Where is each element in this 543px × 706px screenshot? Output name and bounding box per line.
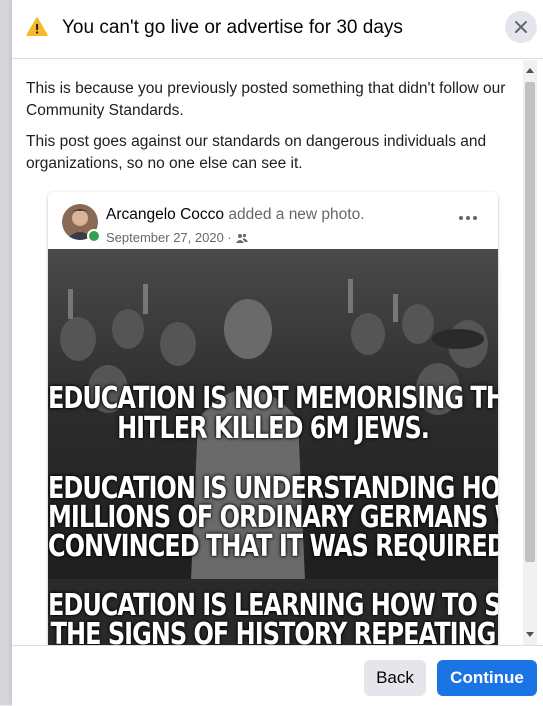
post-photo[interactable]: EDUCATION IS NOT MEMORISING THAT HITLER … xyxy=(48,249,498,645)
dialog-scrollbar[interactable] xyxy=(523,60,537,645)
scroll-down-arrow-icon[interactable] xyxy=(526,632,534,637)
violation-text: This post goes against our standards on … xyxy=(26,133,487,172)
scroll-up-arrow-icon[interactable] xyxy=(526,68,534,73)
explanation-text: This is because you previously posted so… xyxy=(26,80,506,119)
meme-line: HITLER KILLED 6M JEWS. xyxy=(117,410,430,446)
more-dot xyxy=(473,216,477,220)
restriction-dialog: You can't go live or advertise for 30 da… xyxy=(12,0,543,706)
online-status-indicator xyxy=(87,229,101,243)
continue-button[interactable]: Continue xyxy=(437,660,537,696)
post-author-link[interactable]: Arcangelo Cocco xyxy=(106,206,224,223)
post-action-text: added a new photo. xyxy=(224,206,365,223)
dialog-body: This is because you previously posted so… xyxy=(12,59,543,645)
dialog-header: You can't go live or advertise for 30 da… xyxy=(12,0,543,59)
dialog-footer: Back Continue xyxy=(12,645,543,706)
close-button[interactable] xyxy=(505,11,537,43)
close-icon xyxy=(515,21,527,33)
scrollbar-thumb[interactable] xyxy=(525,82,535,562)
post-date[interactable]: September 27, 2020 · xyxy=(106,230,232,245)
dialog-title: You can't go live or advertise for 30 da… xyxy=(62,17,403,38)
warning-icon xyxy=(26,17,48,36)
post-meta: September 27, 2020 · xyxy=(106,230,248,245)
more-dots-icon xyxy=(459,216,463,220)
back-button[interactable]: Back xyxy=(364,660,426,696)
friends-icon xyxy=(235,233,248,243)
meme-text: EDUCATION IS NOT MEMORISING THAT HITLER … xyxy=(48,249,498,646)
meme-line: CONVINCED THAT IT WAS REQUIRED. xyxy=(48,528,498,564)
more-dot xyxy=(466,216,470,220)
meme-line: THE SIGNS OF HISTORY REPEATING xyxy=(50,616,497,646)
post-header: Arcangelo Cocco added a new photo. xyxy=(106,206,365,224)
more-options-button[interactable] xyxy=(456,212,480,224)
post-preview: Arcangelo Cocco added a new photo. Septe… xyxy=(48,192,498,645)
